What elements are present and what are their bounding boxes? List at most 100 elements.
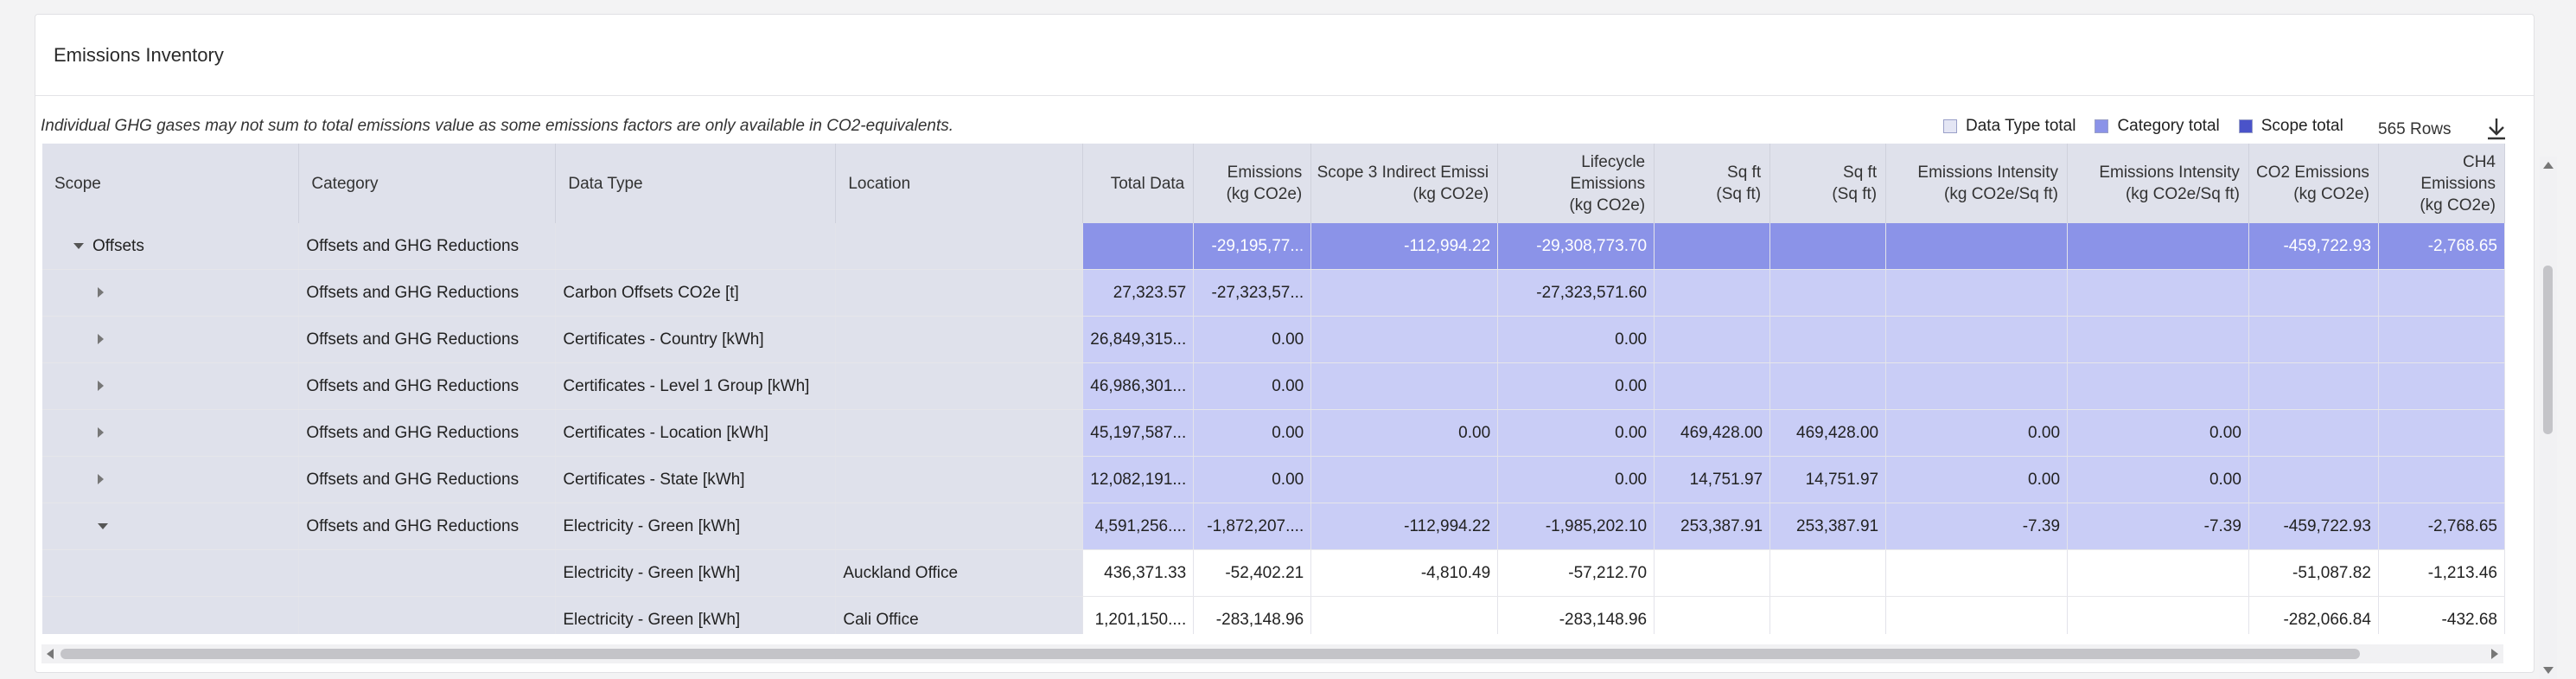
category-cell: Offsets and GHG Reductions (298, 316, 557, 363)
table-row[interactable]: Offsets and GHG Reductions Electricity - … (42, 503, 2505, 550)
column-header[interactable]: Data Type (555, 144, 837, 223)
value-cell: -4,810.49 (1310, 549, 1499, 597)
scope-cell (42, 549, 300, 597)
table-row[interactable]: Offsets and GHG Reductions Carbon Offsets… (42, 269, 2505, 317)
value-cell (1310, 269, 1499, 317)
data-type-cell (555, 223, 837, 270)
value-cell (1654, 549, 1771, 597)
column-header[interactable]: Scope 3 Indirect Emissi (kg CO2e) (1310, 144, 1499, 223)
value-cell: -112,994.22 (1310, 223, 1499, 270)
scroll-down-icon[interactable] (2543, 667, 2554, 674)
column-header[interactable]: Sq ft (Sq ft) (1769, 144, 1887, 223)
table-row[interactable]: Offsets and GHG Reductions Certificates -… (42, 456, 2505, 503)
value-cell (2378, 409, 2505, 457)
value-cell (1769, 362, 1887, 410)
horizontal-scroll-thumb[interactable] (61, 649, 2360, 659)
value-cell: -1,985,202.10 (1497, 503, 1655, 550)
column-header[interactable]: Scope (42, 144, 300, 223)
table-row[interactable]: Offsets and GHG Reductions Certificates -… (42, 316, 2505, 363)
value-cell: -52,402.21 (1193, 549, 1312, 597)
scroll-left-icon[interactable] (47, 649, 54, 659)
table-row[interactable]: Offsets Offsets and GHG Reductions -29,195… (42, 223, 2505, 270)
emissions-grid: Scope Category Data Type Location Total Data… (42, 144, 2505, 634)
value-cell (2248, 269, 2379, 317)
emissions-inventory-panel: Emissions Inventory Individual GHG gases… (35, 14, 2557, 679)
value-cell: 0.00 (1497, 456, 1655, 503)
category-cell: Offsets and GHG Reductions (298, 223, 557, 270)
value-cell (2067, 549, 2249, 597)
value-cell (1885, 362, 2069, 410)
table-row[interactable]: Electricity - Green [kWh] Cali Office 1,20… (42, 596, 2505, 634)
value-cell: 0.00 (1310, 409, 1499, 457)
scope-cell (42, 362, 300, 410)
column-header[interactable]: Total Data (1082, 144, 1195, 223)
column-header[interactable]: Emissions Intensity (kg CO2e/Sq ft) (1885, 144, 2069, 223)
collapse-caret-icon[interactable] (98, 522, 108, 529)
table-header-row: Scope Category Data Type Location Total Data… (42, 144, 2505, 223)
column-header[interactable]: Category (298, 144, 557, 223)
table-row[interactable]: Offsets and GHG Reductions Certificates -… (42, 362, 2505, 410)
value-cell: -459,722.93 (2248, 503, 2379, 550)
scroll-up-icon[interactable] (2543, 162, 2554, 169)
value-cell: -282,066.84 (2248, 596, 2379, 634)
value-cell: 0.00 (1497, 316, 1655, 363)
location-cell (835, 269, 1084, 317)
ghg-note: Individual GHG gases may not sum to tota… (41, 117, 954, 135)
horizontal-scrollbar[interactable] (41, 644, 2503, 663)
value-cell: 26,849,315... (1082, 316, 1195, 363)
category-cell: Offsets and GHG Reductions (298, 456, 557, 503)
expand-caret-icon[interactable] (98, 287, 104, 298)
column-header[interactable]: Emissions Intensity (kg CO2e/Sq ft) (2067, 144, 2249, 223)
vertical-scroll-thumb[interactable] (2543, 266, 2553, 434)
value-cell: 0.00 (1193, 409, 1312, 457)
expand-caret-icon[interactable] (98, 381, 104, 392)
value-cell (2248, 456, 2379, 503)
collapse-caret-icon[interactable] (73, 242, 84, 249)
scroll-right-icon[interactable] (2491, 649, 2498, 659)
value-cell (2067, 223, 2249, 270)
category-cell: Offsets and GHG Reductions (298, 409, 557, 457)
value-cell (2067, 362, 2249, 410)
category-cell: Offsets and GHG Reductions (298, 269, 557, 317)
value-cell: -7.39 (2067, 503, 2249, 550)
category-cell (298, 596, 557, 634)
value-cell (1769, 549, 1887, 597)
value-cell: 469,428.00 (1654, 409, 1771, 457)
table-row[interactable]: Offsets and GHG Reductions Certificates -… (42, 409, 2505, 457)
value-cell (1310, 456, 1499, 503)
column-header[interactable]: Sq ft (Sq ft) (1654, 144, 1771, 223)
value-cell (1885, 223, 2069, 270)
expand-caret-icon[interactable] (98, 474, 104, 485)
value-cell (1654, 269, 1771, 317)
legend-swatch (2238, 119, 2253, 133)
value-cell: -57,212.70 (1497, 549, 1655, 597)
location-cell (835, 362, 1084, 410)
location-cell (835, 223, 1084, 270)
data-type-cell: Electricity - Green [kWh] (555, 549, 837, 597)
category-cell: Offsets and GHG Reductions (298, 362, 557, 410)
location-cell: Cali Office (835, 596, 1084, 634)
table-row[interactable]: Electricity - Green [kWh] Auckland Office… (42, 549, 2505, 597)
column-header[interactable]: CH4 Emissions (kg CO2e) (2378, 144, 2505, 223)
legend-item: Category total (2095, 117, 2220, 136)
value-cell: -1,213.46 (2378, 549, 2505, 597)
value-cell (1769, 223, 1887, 270)
scope-cell (42, 409, 300, 457)
location-cell (835, 456, 1084, 503)
download-button[interactable] (2479, 112, 2514, 146)
data-type-cell: Electricity - Green [kWh] (555, 596, 837, 634)
column-header[interactable]: Lifecycle Emissions (kg CO2e) (1497, 144, 1655, 223)
legend-label: Data Type total (1966, 117, 2076, 135)
expand-caret-icon[interactable] (98, 334, 104, 345)
scope-cell (42, 269, 300, 317)
scope-cell: Offsets (42, 223, 300, 270)
legend-item: Scope total (2238, 117, 2343, 136)
vertical-scrollbar[interactable] (2540, 157, 2557, 679)
column-header[interactable]: Emissions (kg CO2e) (1193, 144, 1312, 223)
column-header[interactable]: CO2 Emissions (kg CO2e) (2248, 144, 2379, 223)
value-cell: -7.39 (1885, 503, 2069, 550)
expand-caret-icon[interactable] (98, 427, 104, 439)
value-cell (2378, 316, 2505, 363)
value-cell: -1,872,207.... (1193, 503, 1312, 550)
column-header[interactable]: Location (835, 144, 1084, 223)
